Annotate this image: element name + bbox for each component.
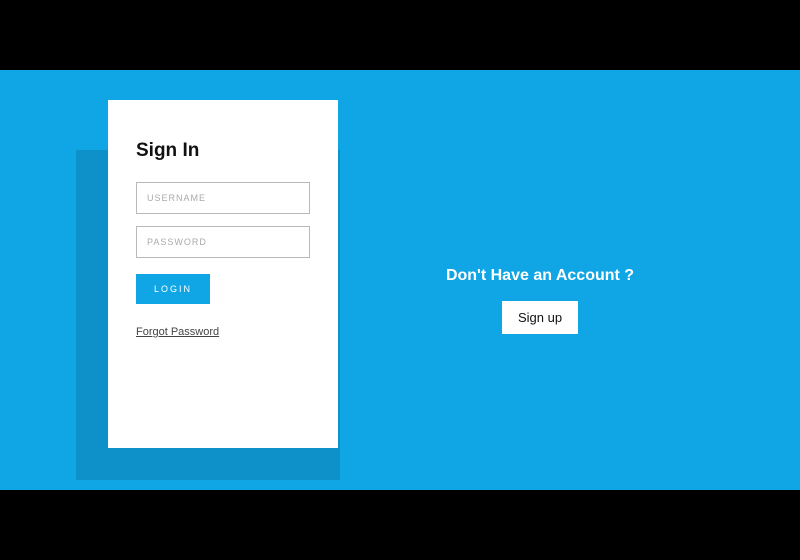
signup-panel: Don't Have an Account ? Sign up [340, 150, 740, 450]
username-input[interactable] [136, 182, 310, 214]
login-button[interactable]: LOGIN [136, 274, 210, 304]
forgot-password-link[interactable]: Forgot Password [136, 326, 219, 338]
password-input[interactable] [136, 226, 310, 258]
signup-button[interactable]: Sign up [502, 301, 578, 334]
signin-title: Sign In [136, 140, 310, 162]
stage-background: Sign In LOGIN Forgot Password Don't Have… [0, 70, 800, 490]
signin-card: Sign In LOGIN Forgot Password [108, 100, 338, 448]
signup-prompt: Don't Have an Account ? [446, 267, 634, 285]
